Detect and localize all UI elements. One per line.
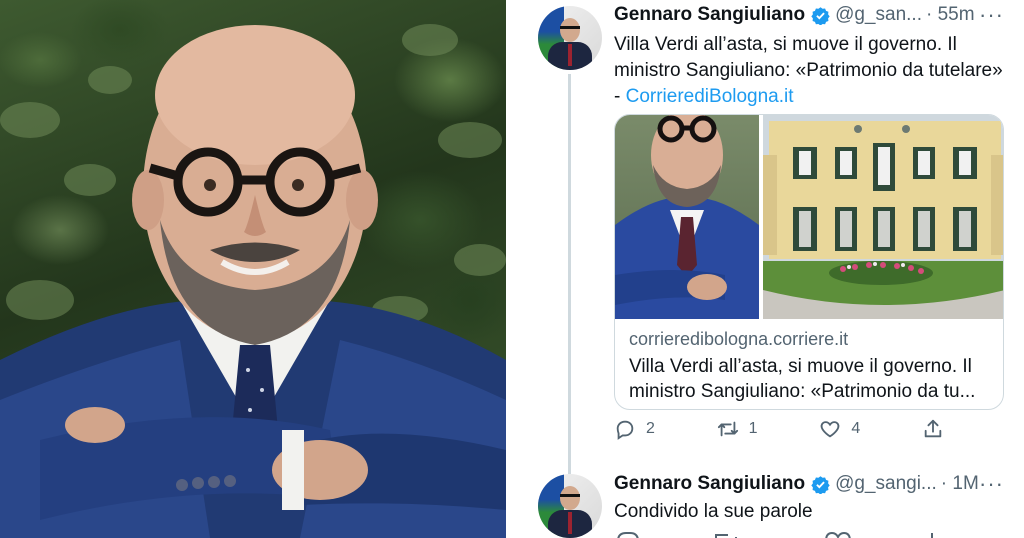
reply-icon [616, 420, 634, 440]
reply-count: 2 [646, 420, 655, 437]
card-title: Villa Verdi all’asta, si muove il govern… [629, 356, 976, 402]
card-images [615, 115, 1003, 319]
card-domain: corrieredibologna.corriere.it [629, 329, 849, 349]
avatar[interactable] [538, 474, 602, 538]
verified-badge-icon [811, 475, 830, 494]
card-image-minister [615, 115, 759, 319]
thread-connector-line [568, 74, 571, 474]
more-options-icon[interactable]: ··· [979, 471, 1004, 497]
reply-button[interactable]: 2 [614, 418, 655, 440]
tweet-link[interactable]: CorrierediBologna.it [626, 86, 794, 107]
author-name[interactable]: Gennaro Sangiuliano [614, 4, 805, 26]
share-button[interactable] [922, 418, 944, 440]
tweet-timestamp[interactable]: · 1M [941, 473, 979, 495]
tweet-header: Gennaro Sangiuliano @g_sangi... · 1M [614, 473, 979, 495]
tweet-timestamp[interactable]: · 55m [926, 4, 975, 26]
heart-icon [820, 421, 840, 438]
author-handle[interactable]: @g_san... [835, 4, 922, 26]
like-button[interactable]: 4 [819, 418, 860, 440]
tweet-header: Gennaro Sangiuliano @g_san... · 55m [614, 4, 975, 26]
like-count: 4 [851, 420, 861, 437]
author-handle[interactable]: @g_sangi... [835, 473, 937, 495]
author-name[interactable]: Gennaro Sangiuliano [614, 473, 805, 495]
tweet-text: Villa Verdi all’asta, si muove il govern… [614, 32, 1004, 110]
verified-badge-icon [811, 6, 830, 25]
portrait-photo [0, 0, 506, 538]
tweet-actions: 2 1 4 [614, 418, 944, 440]
retweet-icon [717, 421, 738, 437]
tweet-actions-partial [614, 528, 944, 538]
tweet-text: Condivido la sue parole [614, 499, 1004, 525]
tweet-body: Condivido la sue parole [614, 501, 813, 522]
tweet-thread: Gennaro Sangiuliano @g_san... · 55m ··· … [512, 0, 1024, 538]
more-options-icon[interactable]: ··· [979, 2, 1004, 28]
retweet-button[interactable]: 1 [717, 418, 758, 440]
card-image-villa [763, 115, 1003, 319]
card-meta: corrieredibologna.corriere.it Villa Verd… [629, 329, 989, 404]
portrait-illustration [0, 24, 506, 538]
retweet-count: 1 [748, 420, 758, 437]
link-preview-card[interactable]: corrieredibologna.corriere.it Villa Verd… [614, 114, 1004, 410]
share-icon [924, 419, 942, 438]
avatar[interactable] [538, 6, 602, 70]
